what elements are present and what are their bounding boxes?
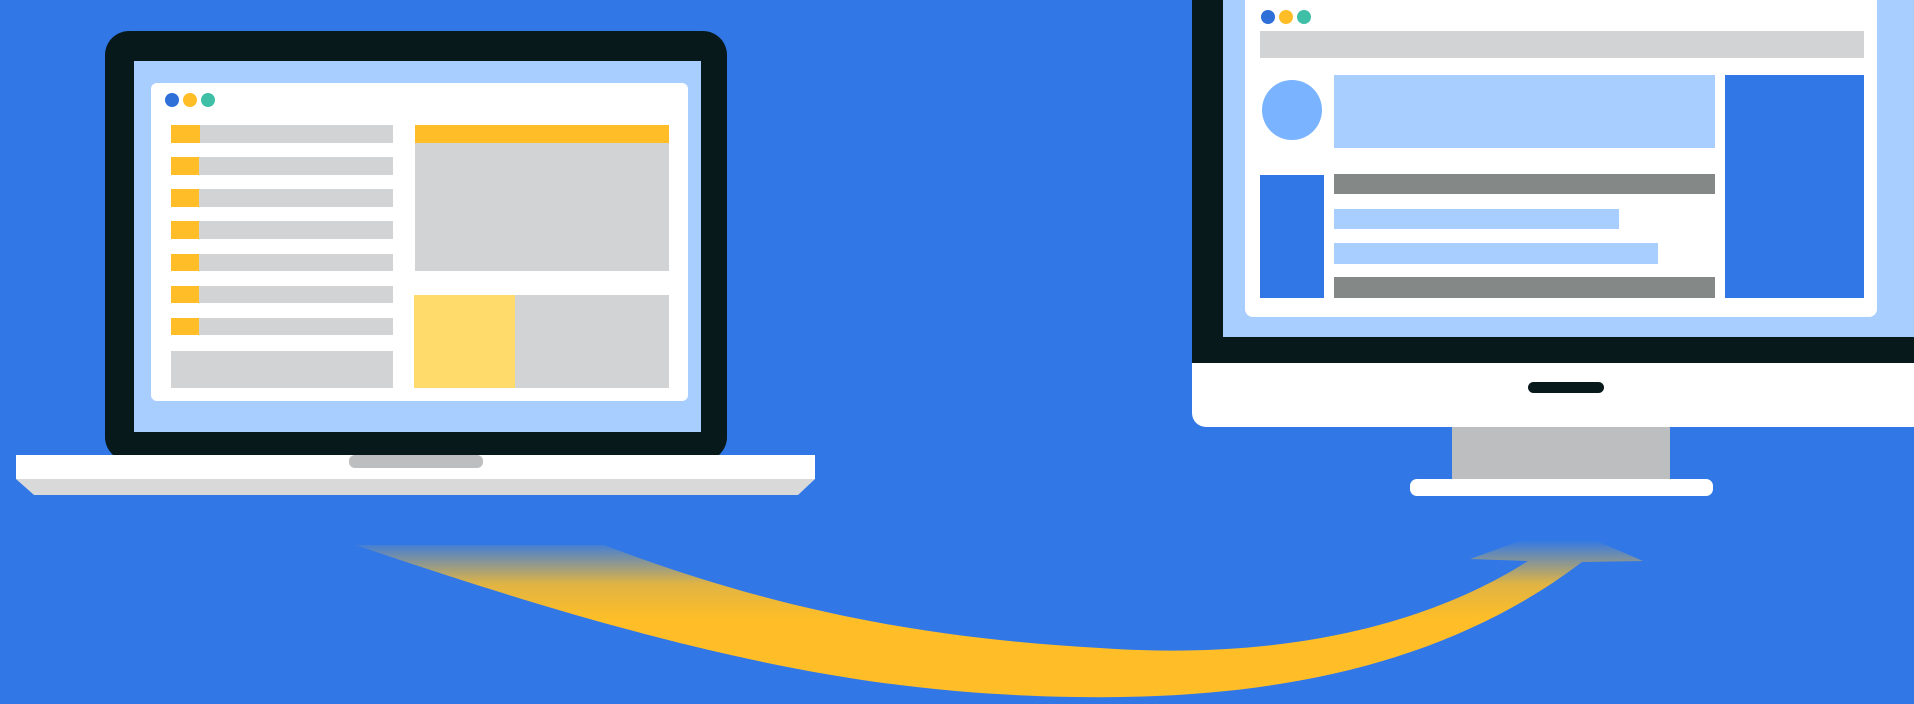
content-line [1334, 277, 1715, 298]
avatar [1262, 80, 1322, 140]
window-dot-yellow [1279, 10, 1293, 24]
monitor-hero-banner [1334, 75, 1715, 148]
monitor-stand-neck [1452, 420, 1670, 482]
window-dot-teal [201, 93, 215, 107]
list-item [171, 286, 393, 303]
arrow-shaft [356, 526, 1643, 698]
laptop-trackpad-notch [349, 455, 483, 468]
monitor-stand-foot [1410, 479, 1713, 496]
migration-illustration [0, 0, 1914, 704]
content-line [1334, 174, 1715, 194]
window-dot-blue [165, 93, 179, 107]
desktop-monitor-icon [1192, 0, 1914, 496]
list-item [171, 125, 393, 143]
content-line [1334, 243, 1658, 264]
list-item [171, 221, 393, 239]
media-thumbnail [414, 295, 515, 388]
list-item [171, 157, 393, 175]
content-card-header [415, 125, 669, 143]
monitor-right-sidebar [1725, 75, 1864, 298]
list-item [171, 189, 393, 207]
window-dot-blue [1261, 10, 1275, 24]
laptop-icon [16, 31, 815, 495]
list-item [171, 318, 393, 335]
transfer-arrow-icon [356, 526, 1643, 698]
list-footer-block [171, 351, 393, 388]
monitor-left-sidebar [1260, 175, 1324, 298]
window-dot-teal [1297, 10, 1311, 24]
illustration-canvas [16, 0, 1914, 698]
content-line [1334, 209, 1619, 229]
monitor-address-bar [1260, 31, 1864, 58]
list-item [171, 254, 393, 271]
window-dot-yellow [183, 93, 197, 107]
laptop-media-block [414, 295, 669, 388]
laptop-content-card [415, 125, 669, 271]
monitor-logo-slot [1528, 382, 1604, 393]
